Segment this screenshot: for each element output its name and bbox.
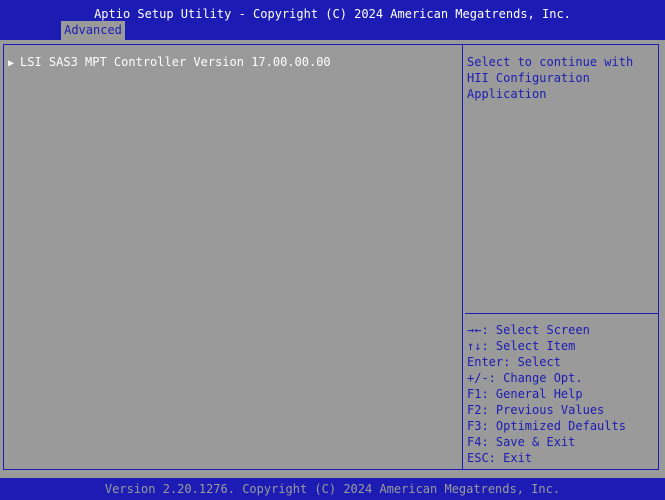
key-enter-select: Enter: Select bbox=[467, 355, 561, 369]
key-save-exit: F4: Save & Exit bbox=[467, 435, 576, 449]
menu-item-lsi-sas3-controller[interactable]: ▶ LSI SAS3 MPT Controller Version 17.00.0… bbox=[8, 55, 331, 69]
version-info: Version 2.20.1276. Copyright (C) 2024 Am… bbox=[104, 482, 561, 496]
footer-bar: Version 2.20.1276. Copyright (C) 2024 Am… bbox=[0, 478, 665, 500]
key-select-item: ↑↓: Select Item bbox=[467, 339, 576, 353]
title-bar: Aptio Setup Utility - Copyright (C) 2024… bbox=[0, 0, 665, 40]
key-optimized-defaults: F3: Optimized Defaults bbox=[467, 419, 626, 433]
triangle-right-icon: ▶ bbox=[8, 58, 15, 69]
key-change-opt: +/-: Change Opt. bbox=[467, 371, 583, 385]
key-previous-values: F2: Previous Values bbox=[467, 403, 605, 417]
help-separator bbox=[465, 313, 659, 314]
key-select-screen: →←: Select Screen bbox=[467, 323, 590, 337]
key-esc-exit: ESC: Exit bbox=[467, 451, 533, 465]
key-general-help: F1: General Help bbox=[467, 387, 583, 401]
key-legend: →←: Select Screen ↑↓: Select Item Enter:… bbox=[467, 322, 657, 466]
panel-divider bbox=[462, 44, 463, 470]
tab-advanced[interactable]: Advanced bbox=[61, 21, 125, 40]
menu-item-label: LSI SAS3 MPT Controller Version 17.00.00… bbox=[20, 55, 331, 69]
help-description: Select to continue with HII Configuratio… bbox=[467, 55, 634, 101]
app-title: Aptio Setup Utility - Copyright (C) 2024… bbox=[94, 7, 571, 21]
